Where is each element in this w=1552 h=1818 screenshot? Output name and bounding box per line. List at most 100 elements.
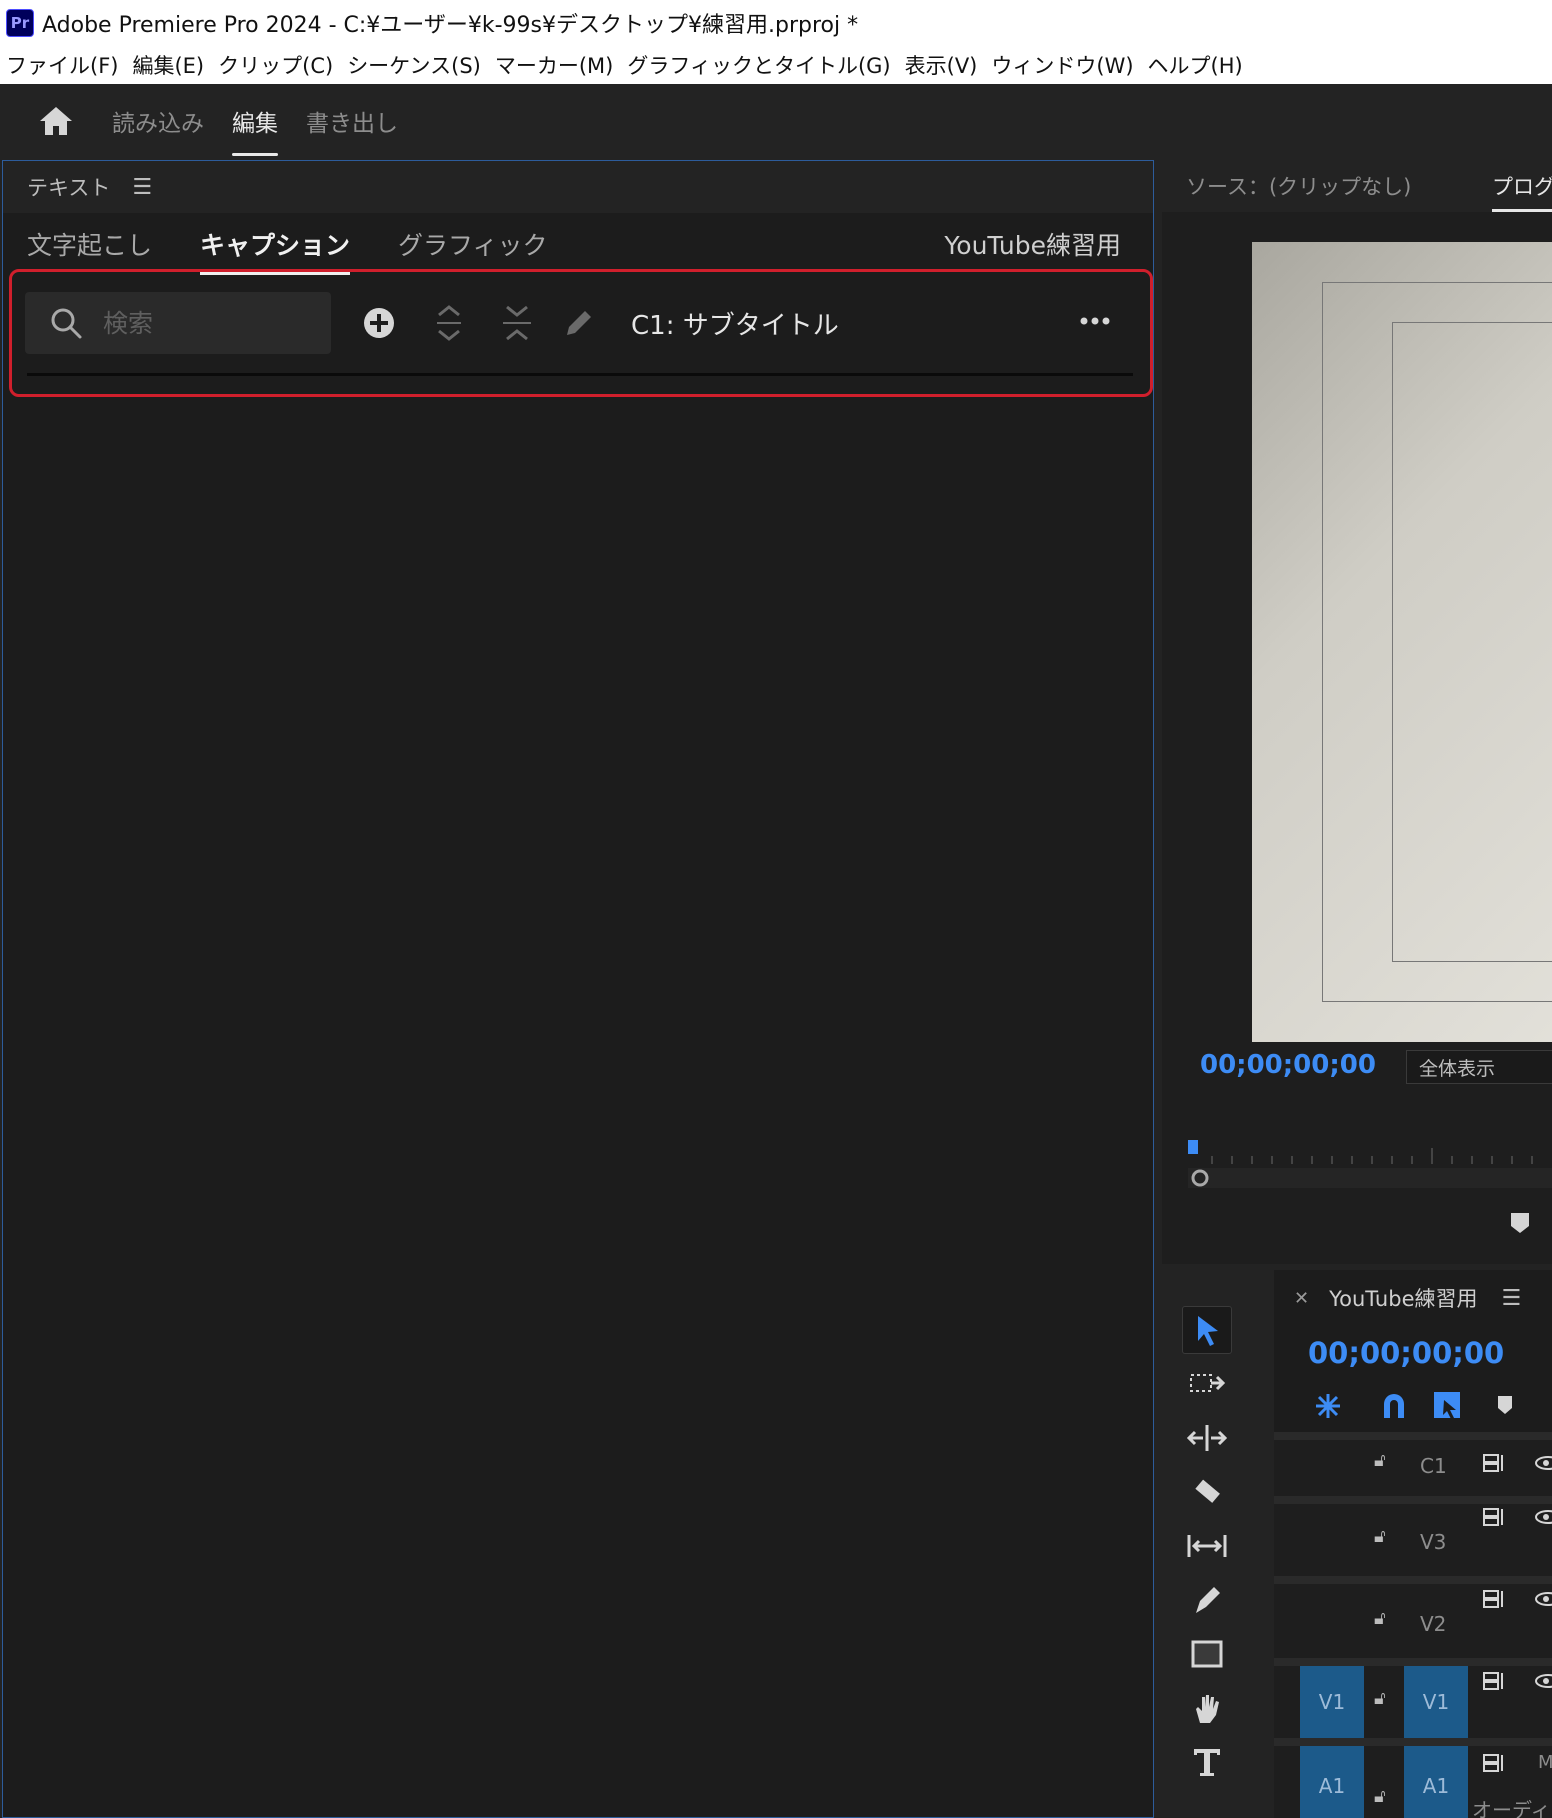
tab-export[interactable]: 書き出し (306, 84, 398, 158)
more-options-button[interactable] (1075, 301, 1115, 341)
video-preview[interactable] (1252, 242, 1552, 1042)
tab-transcript[interactable]: 文字起こし (27, 213, 152, 275)
divider (27, 373, 1133, 376)
playhead-icon (1188, 1140, 1198, 1154)
timeline-sequence-tab[interactable]: YouTube練習用 (1329, 1283, 1477, 1313)
timeline-timecode[interactable]: 00;00;00;00 (1308, 1336, 1504, 1370)
scrub-bar[interactable] (1188, 1168, 1552, 1188)
track-v3[interactable]: 🔓︎ V3 (1274, 1496, 1552, 1576)
expand-icon (437, 305, 461, 341)
premiere-logo-icon: Pr (6, 9, 34, 37)
plus-circle-icon (364, 308, 394, 338)
timeline-tools (1316, 1392, 1512, 1419)
pen-tool[interactable] (1182, 1576, 1232, 1624)
monitor-header: ソース：(クリップなし) プログ (1162, 160, 1552, 212)
menu-help[interactable]: ヘルプ(H) (1148, 50, 1243, 80)
arrow-pointer-icon (1198, 1316, 1218, 1346)
add-marker-icon (1498, 1396, 1512, 1414)
eye-icon[interactable] (1534, 1590, 1552, 1608)
timeline-panel: ✕ YouTube練習用 ☰ 00;00;00;00 🔓︎ C1 🔓︎ V3 🔓… (1274, 1270, 1552, 1818)
hand-tool[interactable] (1182, 1684, 1232, 1732)
lock-icon[interactable]: 🔓︎ (1374, 1688, 1386, 1709)
menu-sequence[interactable]: シーケンス(S) (347, 50, 481, 80)
razor-tool[interactable] (1182, 1468, 1232, 1516)
lock-icon[interactable]: 🔓︎ (1374, 1450, 1386, 1471)
menu-clip[interactable]: クリップ(C) (218, 50, 333, 80)
menu-window[interactable]: ウィンドウ(W) (991, 50, 1133, 80)
audio-track-name: オーディ (1472, 1798, 1551, 1818)
selection-tool[interactable] (1182, 1306, 1232, 1354)
scrub-handle-icon[interactable] (1188, 1168, 1212, 1188)
source-patch-a1[interactable]: A1 (1300, 1746, 1364, 1818)
tools-panel (1162, 1270, 1250, 1818)
close-icon[interactable]: ✕ (1294, 1288, 1309, 1309)
search-icon (51, 308, 82, 339)
merge-icon (503, 305, 531, 341)
program-monitor-panel: ソース：(クリップなし) プログ 00;00;00;00 全体表示 (1162, 160, 1552, 1264)
timeline-header: ✕ YouTube練習用 ☰ (1274, 1270, 1552, 1326)
menu-edit[interactable]: 編集(E) (132, 50, 204, 80)
lock-icon[interactable]: 🔓︎ (1374, 1526, 1386, 1547)
workspace-bar: 読み込み 編集 書き出し (0, 84, 1552, 158)
tab-import[interactable]: 読み込み (112, 84, 204, 158)
track-label: V3 (1420, 1530, 1447, 1554)
hand-icon (1196, 1695, 1219, 1723)
rectangle-icon (1191, 1640, 1223, 1668)
type-tool[interactable] (1182, 1738, 1232, 1786)
tab-captions[interactable]: キャプション (200, 213, 351, 275)
menu-graphics-titles[interactable]: グラフィックとタイトル(G) (627, 50, 890, 80)
tab-program-monitor[interactable]: プログ (1492, 160, 1552, 212)
caption-track-label[interactable]: C1: サブタイトル (631, 305, 839, 342)
zoom-fit-dropdown[interactable]: 全体表示 (1406, 1050, 1552, 1084)
add-marker-icon[interactable] (1508, 1210, 1532, 1236)
track-target-v1[interactable]: V1 (1404, 1666, 1468, 1738)
rectangle-tool[interactable] (1182, 1630, 1232, 1678)
tab-edit[interactable]: 編集 (232, 84, 278, 158)
eye-icon[interactable] (1534, 1672, 1552, 1690)
merge-button[interactable] (497, 303, 537, 343)
sync-lock-icon[interactable] (1482, 1588, 1508, 1610)
ripple-edit-icon (1187, 1425, 1227, 1451)
lock-icon[interactable]: 🔓︎ (1374, 1608, 1386, 1629)
sync-lock-icon[interactable] (1482, 1506, 1508, 1528)
sync-lock-icon[interactable] (1482, 1752, 1508, 1774)
track-select-icon (1190, 1374, 1226, 1392)
edit-button[interactable] (559, 303, 599, 343)
source-patch-v1[interactable]: V1 (1300, 1666, 1364, 1738)
menu-view[interactable]: 表示(V) (905, 50, 978, 80)
expand-button[interactable] (429, 303, 469, 343)
sync-lock-icon[interactable] (1482, 1452, 1508, 1474)
search-input[interactable] (103, 308, 303, 338)
tab-source-monitor[interactable]: ソース：(クリップなし) (1186, 171, 1411, 201)
menu-marker[interactable]: マーカー(M) (495, 50, 614, 80)
eye-icon[interactable] (1534, 1508, 1552, 1526)
sequence-name: YouTube練習用 (944, 231, 1121, 260)
home-icon[interactable] (36, 101, 76, 141)
time-ruler[interactable] (1188, 1138, 1552, 1168)
add-caption-button[interactable] (359, 303, 399, 343)
slip-tool[interactable] (1182, 1522, 1232, 1570)
tab-graphics[interactable]: グラフィック (398, 213, 548, 275)
lock-icon[interactable]: 🔓︎ (1374, 1786, 1386, 1807)
track-select-tool[interactable] (1182, 1360, 1232, 1408)
title-bar: Pr Adobe Premiere Pro 2024 - C:¥ユーザー¥k-9… (0, 0, 1552, 46)
track-c1[interactable]: 🔓︎ C1 (1274, 1432, 1552, 1496)
more-icon (1080, 317, 1110, 325)
track-a1[interactable]: A1 🔓︎ A1 M オーディ (1274, 1738, 1552, 1818)
track-v1[interactable]: V1 🔓︎ V1 (1274, 1658, 1552, 1738)
panel-menu-icon[interactable]: ☰ (1502, 1286, 1522, 1311)
menu-file[interactable]: ファイル(F) (6, 50, 118, 80)
mute-button[interactable]: M (1538, 1752, 1552, 1773)
pencil-icon (567, 311, 591, 335)
ripple-edit-tool[interactable] (1182, 1414, 1232, 1462)
program-timecode[interactable]: 00;00;00;00 (1200, 1050, 1376, 1080)
window-title: Adobe Premiere Pro 2024 - C:¥ユーザー¥k-99s¥… (42, 13, 859, 38)
captions-toolbar: C1: サブタイトル (25, 291, 1135, 355)
panel-title[interactable]: テキスト (27, 172, 110, 202)
sync-lock-icon[interactable] (1482, 1670, 1508, 1692)
razor-icon (1195, 1479, 1220, 1503)
track-target-a1[interactable]: A1 (1404, 1746, 1468, 1818)
panel-menu-icon[interactable]: ☰ (132, 175, 152, 200)
track-v2[interactable]: 🔓︎ V2 (1274, 1576, 1552, 1658)
eye-icon[interactable] (1534, 1454, 1552, 1472)
